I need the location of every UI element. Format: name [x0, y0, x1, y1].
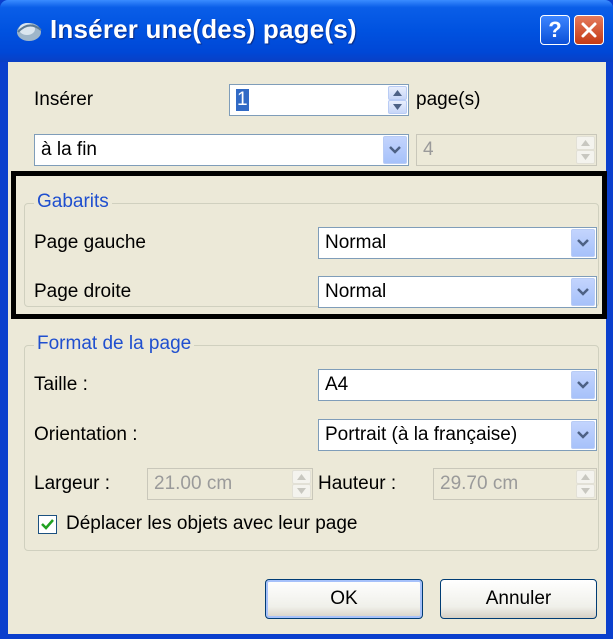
help-icon: ? [548, 17, 562, 42]
page-width-value: 21.00 cm [154, 473, 233, 494]
orientation-select[interactable]: Portrait (à la française) [318, 419, 597, 451]
chevron-down-icon[interactable] [571, 371, 595, 399]
chevron-down-icon[interactable] [571, 421, 595, 449]
height-spinner [576, 470, 595, 498]
ok-button[interactable]: OK [265, 579, 423, 619]
insert-position-value: à la fin [41, 139, 97, 160]
page-unit-label: page(s) [416, 89, 481, 110]
page-count-value: 1 [236, 89, 249, 111]
help-button[interactable]: ? [540, 15, 570, 45]
title-bar[interactable]: Insérer une(des) page(s) ? [0, 0, 613, 62]
spin-up-icon [576, 136, 595, 150]
orientation-value: Portrait (à la française) [325, 424, 518, 445]
page-count-spinner[interactable] [388, 86, 407, 114]
dialog-window: Insérer une(des) page(s) ? Insérer 1 pag… [0, 0, 613, 639]
width-spinner [292, 470, 311, 498]
size-label: Taille : [34, 374, 88, 395]
page-number-spinner [576, 136, 595, 164]
dialog-body: Insérer 1 page(s) à la fin 4 Gabarits Pa… [8, 62, 606, 634]
close-button[interactable] [574, 15, 604, 45]
templates-highlight-box [11, 171, 607, 319]
checkmark-icon [41, 519, 54, 530]
orientation-label: Orientation : [34, 424, 138, 445]
spin-up-icon[interactable] [388, 86, 407, 100]
page-height-input: 29.70 cm [433, 468, 597, 500]
page-size-select[interactable]: A4 [318, 369, 597, 401]
spin-down-icon[interactable] [388, 100, 407, 114]
spin-up-icon [576, 470, 595, 484]
window-title: Insérer une(des) page(s) [50, 14, 357, 44]
insert-label: Insérer [34, 89, 94, 110]
spin-down-icon [292, 484, 311, 498]
move-objects-checkbox[interactable] [38, 515, 57, 534]
spin-up-icon [292, 470, 311, 484]
page-width-input: 21.00 cm [147, 468, 313, 500]
page-count-input[interactable]: 1 [229, 84, 409, 116]
spin-down-icon [576, 484, 595, 498]
page-height-value: 29.70 cm [440, 473, 519, 494]
insert-position-select[interactable]: à la fin [34, 134, 409, 166]
move-objects-label[interactable]: Déplacer les objets avec leur page [66, 513, 358, 535]
close-icon [581, 22, 597, 38]
insert-page-number-input: 4 [416, 134, 597, 166]
width-label: Largeur : [34, 473, 111, 494]
page-size-value: A4 [325, 374, 349, 395]
page-format-group-title: Format de la page [34, 333, 195, 355]
app-icon [17, 23, 42, 41]
insert-page-number-value: 4 [423, 139, 434, 160]
cancel-button[interactable]: Annuler [440, 579, 597, 619]
spin-down-icon [576, 150, 595, 164]
height-label: Hauteur : [318, 473, 397, 494]
chevron-down-icon[interactable] [383, 136, 407, 164]
